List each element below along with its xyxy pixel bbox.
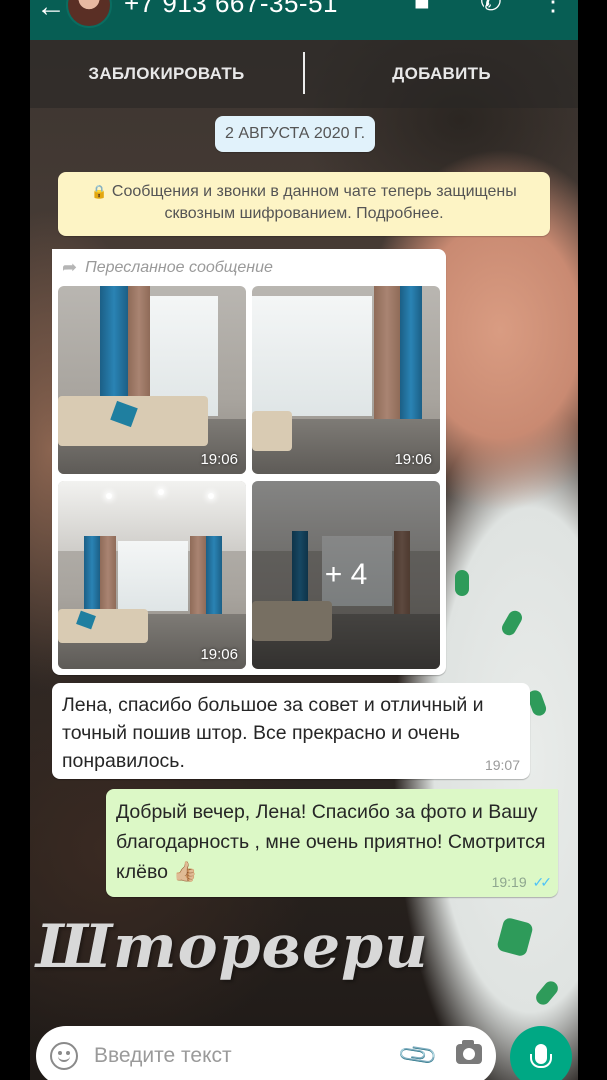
photo-sofa <box>58 609 148 643</box>
more-vert-icon[interactable]: ⋮ <box>540 0 566 17</box>
lock-icon: 🔒 <box>91 184 108 199</box>
photo-curtain <box>206 536 222 621</box>
message-time: 19:07 <box>484 757 520 773</box>
background-pattern <box>499 608 525 638</box>
date-separator: 2 АВГУСТА 2020 Г. <box>215 116 376 152</box>
chat-header: ← +7 913 667-35-51 ■ ✆ ⋮ <box>30 0 578 40</box>
attach-icon[interactable]: 📎 <box>396 1033 441 1078</box>
watermark-logo: Шторвери <box>36 912 429 982</box>
photo-curtain <box>400 286 422 426</box>
back-arrow-icon[interactable]: ← <box>36 0 66 24</box>
video-call-icon[interactable]: ■ <box>414 0 430 17</box>
voice-message-button[interactable] <box>510 1026 572 1080</box>
album-photo[interactable]: 19:06 <box>58 481 246 669</box>
photo-sofa <box>252 411 292 451</box>
photo-window <box>252 296 372 416</box>
photo-light <box>106 493 112 499</box>
contact-phone-number[interactable]: +7 913 667-35-51 <box>124 0 338 19</box>
outgoing-message-text: Добрый вечер, Лена! Спасибо за фото и Ва… <box>116 797 548 887</box>
forwarded-album-message[interactable]: ➦ Пересланное сообщение 19:06 19:06 19:0… <box>52 249 446 675</box>
forwarded-header: ➦ Пересланное сообщение <box>62 257 273 278</box>
thumbs-up-emoji: 👍🏼 <box>173 861 198 883</box>
forward-arrow-icon: ➦ <box>62 257 78 277</box>
more-photos-count: + 4 <box>324 558 368 591</box>
message-input[interactable] <box>94 1042 394 1070</box>
album-photo[interactable]: 19:06 <box>252 286 440 474</box>
camera-icon[interactable] <box>456 1040 482 1064</box>
chat-screen: ← +7 913 667-35-51 ■ ✆ ⋮ ЗАБЛОКИРОВАТЬ Д… <box>30 0 578 1080</box>
photo-time: 19:06 <box>200 646 238 663</box>
voice-call-icon[interactable]: ✆ <box>480 0 502 17</box>
avatar[interactable] <box>66 0 112 28</box>
mic-icon <box>530 1044 552 1068</box>
encryption-notice-text: Сообщения и звонки в данном чате теперь … <box>111 183 517 222</box>
encryption-notice[interactable]: 🔒 Сообщения и звонки в данном чате тепер… <box>58 172 550 236</box>
photo-curtain <box>190 536 206 621</box>
incoming-message-text: Лена, спасибо большое за совет и отличны… <box>62 694 484 772</box>
photo-curtain <box>374 286 400 426</box>
photo-light <box>208 493 214 499</box>
message-time: 19:19 <box>491 874 527 890</box>
background-pattern <box>496 916 534 958</box>
message-composer: 📎 <box>36 1026 496 1080</box>
photo-light <box>158 489 164 495</box>
message-meta: 19:19 ✓✓ <box>491 874 553 891</box>
album-photo[interactable]: 19:06 <box>58 286 246 474</box>
read-receipt-icon: ✓✓ <box>532 874 553 890</box>
block-button[interactable]: ЗАБЛОКИРОВАТЬ <box>30 40 303 108</box>
forwarded-label: Пересланное сообщение <box>85 258 273 276</box>
incoming-message[interactable]: Лена, спасибо большое за совет и отличны… <box>52 683 530 779</box>
background-pattern <box>455 570 469 596</box>
album-photo-more[interactable]: + 4 <box>252 481 440 669</box>
photo-window <box>118 541 188 611</box>
photo-time: 19:06 <box>200 451 238 468</box>
emoji-smile <box>58 1056 70 1062</box>
add-contact-button[interactable]: ДОБАВИТЬ <box>305 40 578 108</box>
emoji-icon[interactable] <box>50 1042 78 1070</box>
photo-time: 19:06 <box>394 451 432 468</box>
background-pattern <box>533 978 561 1008</box>
unknown-contact-actions: ЗАБЛОКИРОВАТЬ ДОБАВИТЬ <box>30 40 578 108</box>
outgoing-message[interactable]: Добрый вечер, Лена! Спасибо за фото и Ва… <box>106 789 558 897</box>
